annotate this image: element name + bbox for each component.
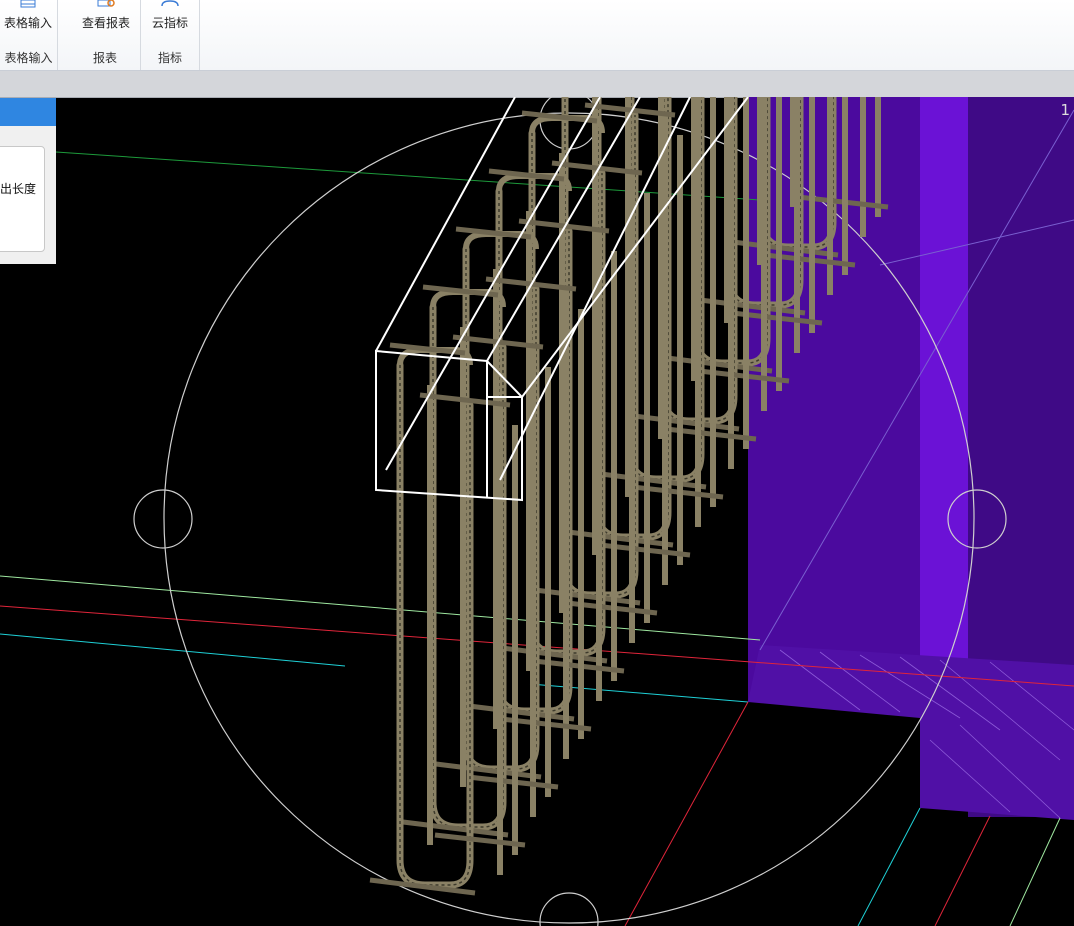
panel-header bbox=[0, 98, 56, 126]
group-report: 查看报表 报表 bbox=[70, 0, 141, 70]
panel-content-box[interactable] bbox=[0, 146, 45, 252]
view-report-button[interactable]: 查看报表 bbox=[78, 0, 134, 40]
axis-line-cyan bbox=[0, 633, 346, 667]
axis-line-red-3 bbox=[934, 815, 991, 926]
cloud-index-button[interactable]: 云指标 bbox=[145, 0, 195, 40]
cloud-icon bbox=[161, 0, 179, 7]
axis-line-green-3 bbox=[1009, 817, 1061, 926]
orbit-handle-left[interactable] bbox=[133, 489, 193, 549]
ribbon-toolbar: 表格输入 表格输入 查看报表 报表 云指标 指标 bbox=[0, 0, 1074, 71]
rebar-bar bbox=[434, 832, 526, 848]
group-label-report: 报表 bbox=[92, 51, 117, 65]
axis-line-cyan-3 bbox=[857, 807, 921, 926]
axis-line-cyan-2 bbox=[529, 683, 749, 703]
axis-line-green bbox=[55, 151, 761, 201]
view-report-label: 查看报表 bbox=[81, 16, 130, 30]
cloud-index-label: 云指标 bbox=[151, 16, 188, 30]
table-icon bbox=[20, 0, 36, 8]
tab-strip bbox=[0, 71, 1074, 98]
3d-viewport[interactable] bbox=[0, 97, 1074, 926]
report-search-icon bbox=[97, 0, 115, 7]
table-input-button[interactable]: 表格输入 bbox=[2, 0, 54, 40]
group-label-index: 指标 bbox=[157, 51, 182, 65]
orbit-handle-bottom[interactable] bbox=[539, 892, 599, 926]
table-input-label: 表格输入 bbox=[3, 16, 52, 30]
slab-hatch bbox=[748, 645, 1074, 820]
group-index: 云指标 指标 bbox=[141, 0, 200, 70]
group-label-table-input: 表格输入 bbox=[4, 51, 53, 65]
viewport-corner-text: 1 bbox=[1060, 101, 1070, 119]
axis-line-red-2 bbox=[624, 701, 749, 926]
group-table-input: 表格输入 表格输入 bbox=[0, 0, 58, 70]
panel-label: 出长度 bbox=[0, 182, 37, 196]
property-panel: 出长度 bbox=[0, 98, 56, 264]
